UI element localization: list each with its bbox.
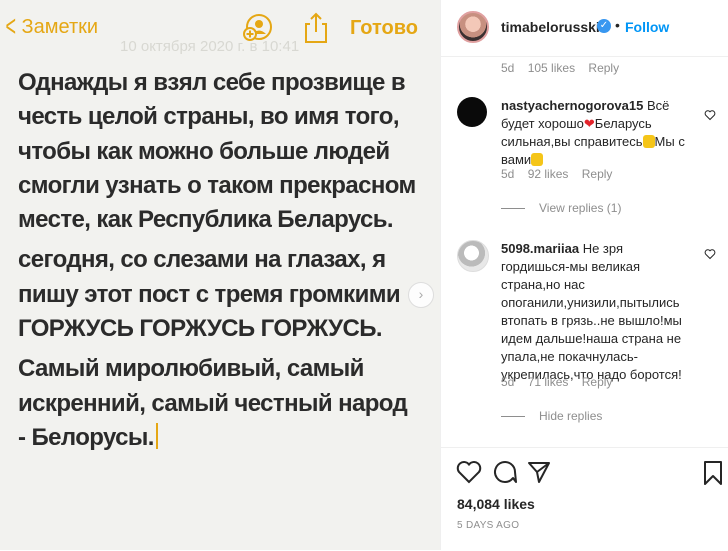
flexed-biceps-emoji bbox=[642, 135, 655, 148]
verified-badge-icon: ✓ bbox=[597, 19, 611, 33]
view-replies-button[interactable]: View replies (1) bbox=[501, 201, 621, 215]
post-actions: 84,084 likes 5 DAYS AGO bbox=[441, 447, 728, 551]
post-panel: timabelorusskih ✓ • Follow 5d 105 likes … bbox=[440, 0, 728, 550]
comment-icon[interactable] bbox=[493, 460, 517, 489]
divider bbox=[501, 416, 525, 418]
bookmark-icon[interactable] bbox=[703, 460, 723, 491]
comment-text: nastyachernogorova15 Всё будет хорошо❤Бе… bbox=[501, 98, 685, 167]
comment-username[interactable]: nastyachernogorova15 bbox=[501, 98, 643, 113]
post-image: < Заметки Готово 10 октября 2020 г. в 10… bbox=[0, 0, 440, 550]
post-header: timabelorusskih ✓ • Follow bbox=[441, 0, 728, 57]
comment-likes[interactable]: 71 likes bbox=[528, 375, 569, 389]
red-heart-emoji: ❤ bbox=[583, 116, 595, 131]
chevron-left-icon: < bbox=[5, 10, 17, 43]
comment-likes[interactable]: 105 likes bbox=[528, 61, 575, 75]
comment-age: 5d bbox=[501, 61, 515, 75]
reply-button[interactable]: Reply bbox=[588, 61, 619, 75]
share-direct-icon[interactable] bbox=[527, 460, 551, 489]
share-icon[interactable] bbox=[304, 12, 328, 49]
notes-back-label: Заметки bbox=[21, 15, 99, 38]
note-paragraph: Самый миролюбивый, самый искренний, самы… bbox=[18, 352, 418, 455]
comment-text: 5098.mariiaa Не зря гордишься-мы великая… bbox=[501, 241, 682, 382]
reply-button[interactable]: Reply bbox=[582, 167, 613, 181]
avatar[interactable] bbox=[457, 240, 489, 272]
hide-replies-button[interactable]: Hide replies bbox=[501, 409, 602, 423]
notes-toolbar: < Заметки Готово 10 октября 2020 г. в 10… bbox=[0, 0, 440, 58]
likes-count[interactable]: 84,084 likes bbox=[457, 496, 535, 512]
note-paragraph: Однажды я взял себе прозвище в честь цел… bbox=[18, 69, 416, 234]
comment-likes[interactable]: 92 likes bbox=[528, 167, 569, 181]
avatar[interactable] bbox=[457, 11, 489, 43]
divider bbox=[501, 208, 525, 210]
comment-username[interactable]: 5098.mariiaa bbox=[501, 241, 579, 256]
hand-emoji bbox=[531, 153, 544, 166]
author-username[interactable]: timabelorusskih bbox=[501, 19, 608, 35]
comment-meta: 5d 71 likes Reply bbox=[501, 375, 622, 389]
comment-age: 5d bbox=[501, 375, 515, 389]
like-heart-icon[interactable] bbox=[456, 460, 482, 489]
text-cursor bbox=[155, 422, 158, 449]
separator-dot: • bbox=[615, 17, 620, 33]
next-image-button[interactable]: › bbox=[408, 282, 434, 308]
comments-list[interactable]: 5d 105 likes Reply nastyachernogorova15 … bbox=[441, 57, 728, 447]
note-body: Однажды я взял себе прозвище в честь цел… bbox=[18, 66, 418, 461]
post-timestamp[interactable]: 5 DAYS AGO bbox=[457, 520, 519, 531]
like-comment-heart-icon[interactable] bbox=[704, 109, 716, 124]
note-paragraph: сегодня, со слезами на глазах, я пишу эт… bbox=[18, 246, 401, 343]
follow-button[interactable]: Follow bbox=[625, 19, 669, 35]
comment-meta: 5d 92 likes Reply bbox=[501, 167, 622, 181]
notes-done-button[interactable]: Готово bbox=[350, 17, 418, 40]
note-date: 10 октября 2020 г. в 10:41 bbox=[120, 38, 300, 55]
comment-age: 5d bbox=[501, 167, 515, 181]
comment-meta: 5d 105 likes Reply bbox=[501, 61, 629, 75]
note-paragraph-text: Самый миролюбивый, самый искренний, самы… bbox=[18, 355, 408, 451]
reply-button[interactable]: Reply bbox=[582, 375, 613, 389]
avatar[interactable] bbox=[457, 97, 487, 127]
like-comment-heart-icon[interactable] bbox=[704, 248, 716, 263]
notes-back-button[interactable]: < Заметки bbox=[2, 10, 99, 43]
